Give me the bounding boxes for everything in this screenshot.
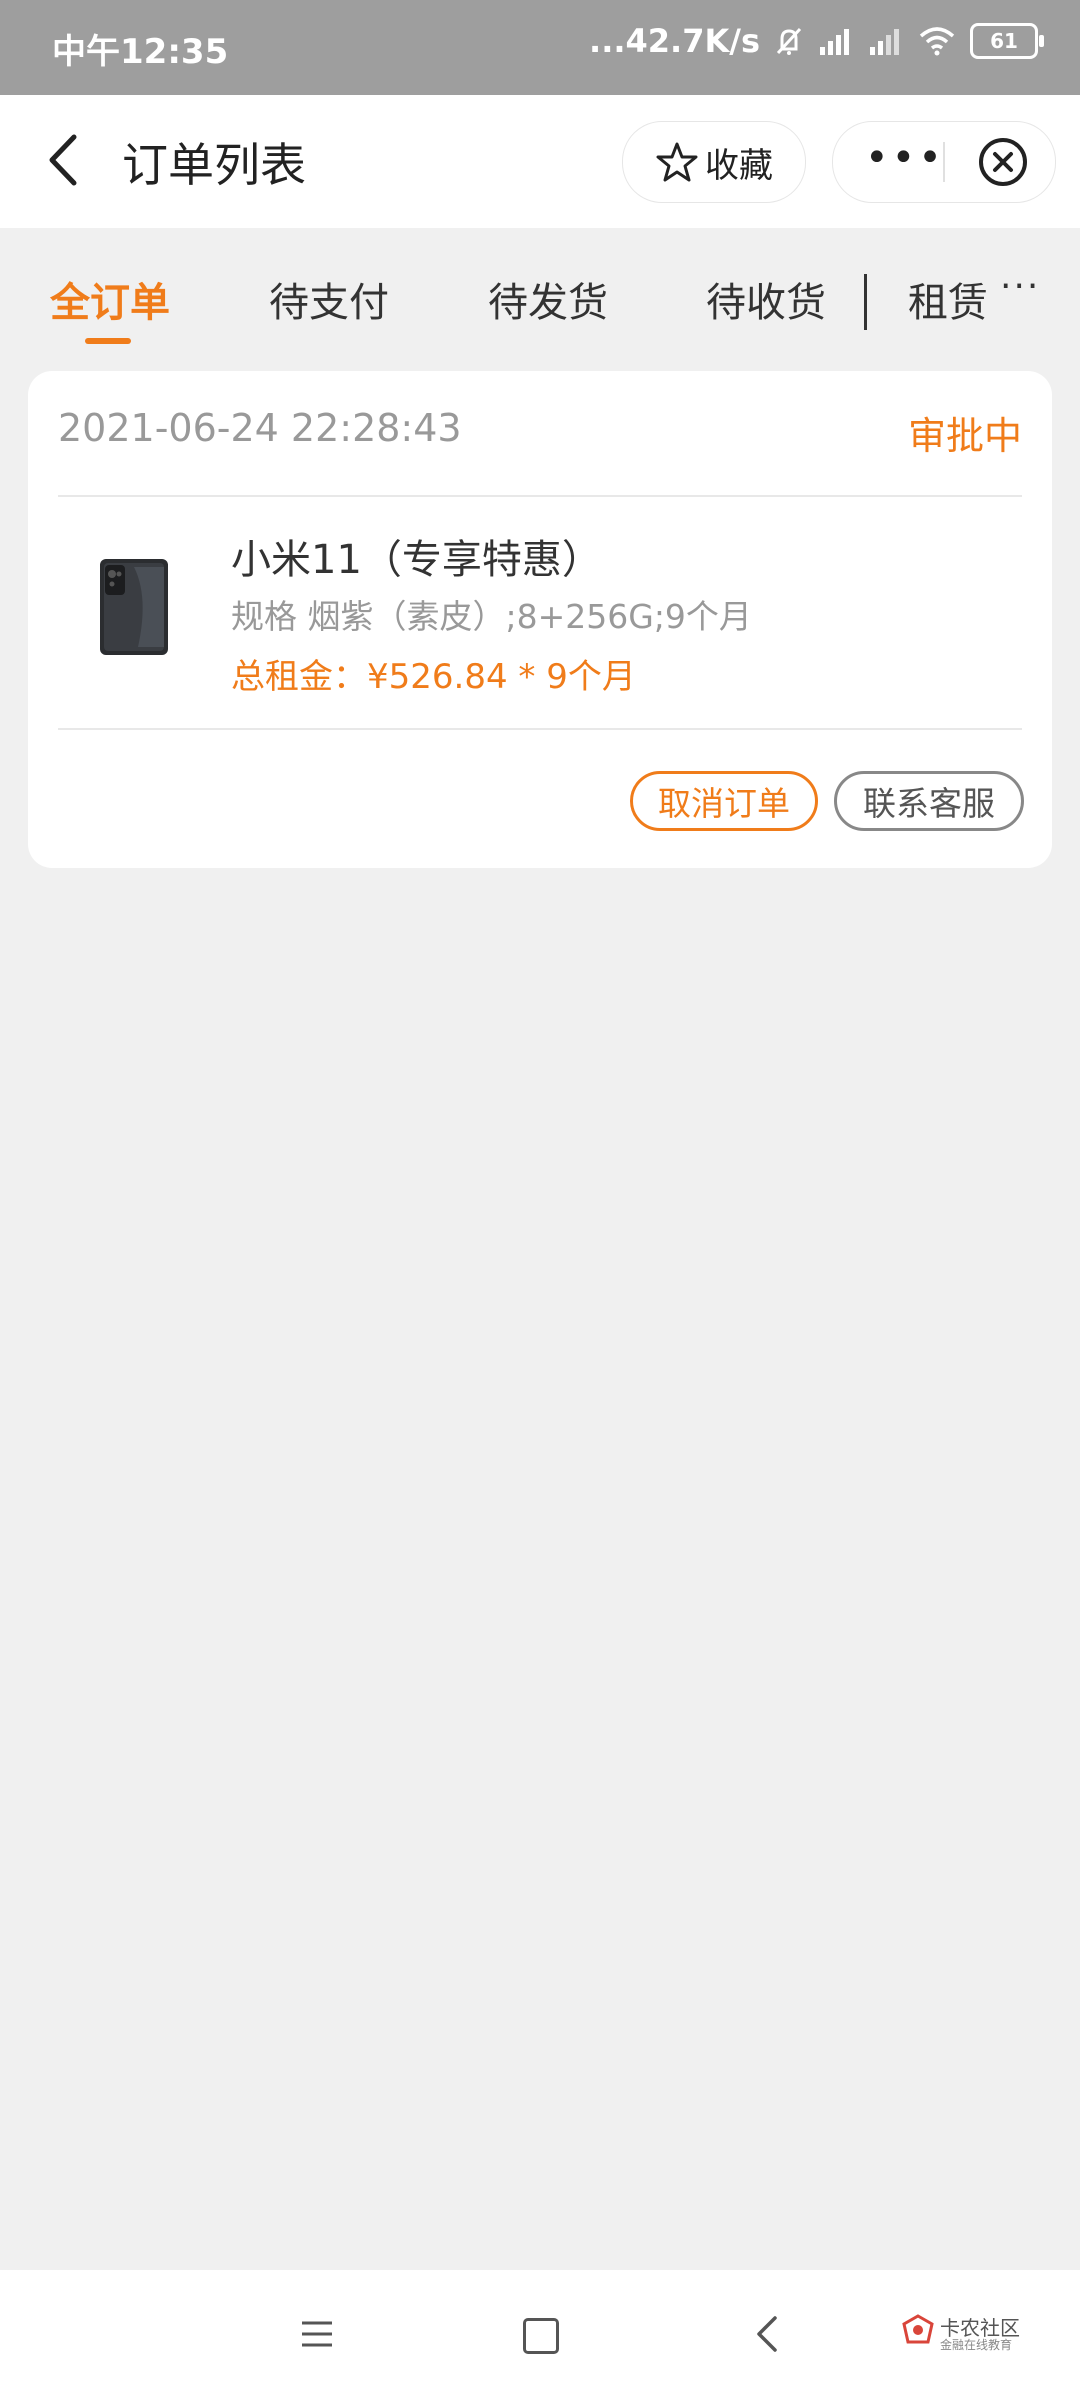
tabs-more-icon[interactable]: ··· [1000,266,1040,307]
more-options-icon[interactable]: ••• [865,138,945,178]
menu-icon[interactable] [300,2320,334,2348]
signal-hd-2-icon [870,29,899,55]
order-card[interactable]: 2021-06-24 22:28:43 审批中 小米11（专享特惠） 规格 烟紫… [28,371,1052,868]
product-name[interactable]: 小米11（专享特惠） [231,527,602,585]
page-title: 订单列表 [122,138,306,192]
mute-bell-icon [776,27,802,55]
back-arrow-icon[interactable] [40,125,90,195]
contact-service-button[interactable]: 联系客服 [834,771,1024,831]
nav-back-icon[interactable] [755,2314,779,2354]
watermark: 卡农社区 金融在线教育 [900,2308,1050,2358]
watermark-logo-icon [902,2314,934,2344]
signal-hd-icon [820,29,849,55]
battery-level: 61 [990,29,1018,53]
product-spec: 规格 烟紫（素皮）;8+256G;9个月 [231,597,752,636]
favorite-button[interactable]: 收藏 [622,121,806,203]
active-tab-indicator [85,338,131,344]
battery-icon: 61 [970,23,1044,59]
total-rent: 总租金：¥526.84 * 9个月 [231,657,636,697]
watermark-subtitle: 金融在线教育 [940,2338,1013,2352]
status-time: 中午12:35 [52,32,229,72]
divider [58,728,1022,730]
net-speed: ...42.7K/s [589,22,760,60]
tab-pending-payment[interactable]: 待支付 [269,270,389,328]
close-icon[interactable] [977,136,1029,188]
home-icon[interactable] [523,2318,559,2354]
status-icons: ...42.7K/s 61 [589,22,1044,60]
tab-divider [864,274,867,330]
star-icon [656,142,698,182]
tab-all-orders[interactable]: 全订单 [50,270,170,328]
order-date: 2021-06-24 22:28:43 [58,406,462,450]
order-tabs: 全订单 待支付 待发货 待收货 租赁 ··· [0,228,1080,358]
tab-pending-receipt[interactable]: 待收货 [706,270,826,328]
mini-program-capsule: ••• [832,121,1056,203]
cancel-order-button[interactable]: 取消订单 [630,771,818,831]
order-status: 审批中 [907,414,1022,458]
wifi-icon [919,27,955,56]
product-thumbnail[interactable] [94,557,174,657]
divider [58,495,1022,497]
tab-rental[interactable]: 租赁 [908,270,988,328]
status-bar: 中午12:35 ...42.7K/s 61 [0,0,1080,95]
tab-pending-shipment[interactable]: 待发货 [488,270,608,328]
capsule-divider [943,142,945,182]
favorite-label: 收藏 [705,145,773,186]
header-bar: 订单列表 收藏 ••• [0,95,1080,228]
system-nav-bar: 卡农社区 金融在线教育 [0,2270,1080,2400]
